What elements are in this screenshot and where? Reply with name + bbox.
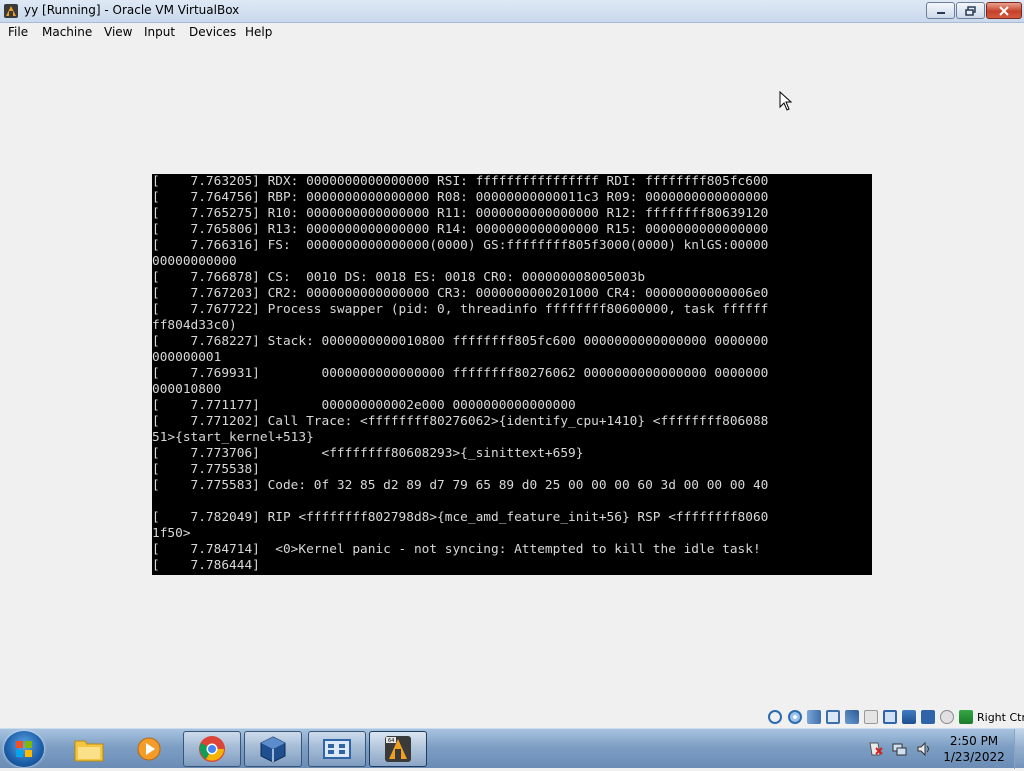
menu-view[interactable]: View xyxy=(104,25,132,39)
console-line: [ 7.767722] Process swapper (pid: 0, thr… xyxy=(152,302,769,317)
clock-time: 2:50 PM xyxy=(949,734,999,748)
network-icon[interactable] xyxy=(826,710,840,724)
vm-status-bar: Right Ctrl xyxy=(0,707,1024,728)
console-line: [ 7.771202] Call Trace: <ffffffff8027606… xyxy=(152,414,769,429)
kernel-panic-output: [ 7.763205] RDX: 0000000000000000 RSI: f… xyxy=(152,174,872,574)
windows-logo-icon xyxy=(16,741,32,757)
svg-text:64: 64 xyxy=(388,738,394,744)
taskbar-chrome[interactable] xyxy=(183,731,241,767)
menu-file[interactable]: File xyxy=(8,25,28,39)
virtualbox-app-icon[interactable] xyxy=(3,3,19,19)
menu-help[interactable]: Help xyxy=(245,25,272,39)
menu-devices[interactable]: Devices xyxy=(189,25,236,39)
menu-input[interactable]: Input xyxy=(144,25,175,39)
taskbar-clock[interactable]: 2:50 PM 1/23/2022 xyxy=(934,733,1014,765)
console-line: 000000001 xyxy=(152,350,222,365)
menu-machine[interactable]: Machine xyxy=(42,25,92,39)
console-line: [ 7.767203] CR2: 0000000000000000 CR3: 0… xyxy=(152,286,769,301)
media-player-icon xyxy=(137,737,161,761)
window-title: yy [Running] - Oracle VM VirtualBox xyxy=(24,3,240,17)
mouse-integration-icon[interactable] xyxy=(940,710,954,724)
console-line: 1f50> xyxy=(152,526,191,541)
chrome-icon xyxy=(199,736,225,762)
console-line: 000010800 xyxy=(152,382,222,397)
taskbar: 64 2:50 PM 1/23/2022 xyxy=(0,728,1024,769)
host-key-icon[interactable] xyxy=(959,710,973,724)
console-line: [ 7.782049] RIP <ffffffff802798d8>{mce_a… xyxy=(152,510,769,525)
console-line: [ 7.763205] RDX: 0000000000000000 RSI: f… xyxy=(152,174,769,189)
audio-icon[interactable] xyxy=(807,710,821,724)
file-explorer-icon xyxy=(74,740,104,762)
shared-folders-icon[interactable] xyxy=(864,710,878,724)
show-desktop-button[interactable] xyxy=(1014,729,1024,769)
console-line: [ 7.771177] 000000000002e000 00000000000… xyxy=(152,398,576,413)
minimize-icon xyxy=(936,11,945,14)
network-tray-icon[interactable] xyxy=(892,741,908,757)
volume-icon[interactable] xyxy=(916,741,932,757)
console-line: [ 7.773706] <ffffffff80608293>{_sinittex… xyxy=(152,446,584,461)
close-button[interactable] xyxy=(986,2,1022,19)
restore-button[interactable] xyxy=(956,2,985,19)
clock-date: 1/23/2022 xyxy=(943,750,1005,764)
host-key-label: Right Ctrl xyxy=(977,711,1024,724)
console-line: 51>{start_kernel+513} xyxy=(152,430,314,445)
menu-bar: File Machine View Input Devices Help xyxy=(0,23,1024,43)
vt-x-icon[interactable] xyxy=(921,710,935,724)
title-bar: yy [Running] - Oracle VM VirtualBox xyxy=(0,0,1024,23)
console-line: [ 7.775538] xyxy=(152,462,260,477)
close-icon xyxy=(999,5,1009,16)
display-icon[interactable] xyxy=(883,710,897,724)
optical-drive-icon[interactable] xyxy=(788,710,802,724)
virtualbox-icon xyxy=(260,736,286,763)
network-manager-icon xyxy=(323,739,351,759)
vm-window-icon: 64 xyxy=(385,736,411,762)
console-line: [ 7.775583] Code: 0f 32 85 d2 89 d7 79 6… xyxy=(152,478,769,493)
console-line: [ 7.765275] R10: 0000000000000000 R11: 0… xyxy=(152,206,769,221)
console-line: ff804d33c0) xyxy=(152,318,237,333)
console-line: [ 7.784714] <0>Kernel panic - not syncin… xyxy=(152,542,761,557)
taskbar-virtualbox[interactable] xyxy=(244,731,302,767)
console-line: [ 7.766316] FS: 0000000000000000(0000) G… xyxy=(152,238,769,253)
hard-disk-icon[interactable] xyxy=(768,710,782,724)
taskbar-vm-window[interactable]: 64 xyxy=(369,731,427,767)
taskbar-network-manager[interactable] xyxy=(308,731,366,767)
console-line: [ 7.786444] xyxy=(152,558,260,573)
console-line: [ 7.766878] CS: 0010 DS: 0018 ES: 0018 C… xyxy=(152,270,646,285)
restore-icon xyxy=(964,5,976,16)
minimize-button[interactable] xyxy=(926,2,955,19)
mouse-pointer-icon xyxy=(779,91,793,111)
console-line: 00000000000 xyxy=(152,254,237,269)
usb-icon[interactable] xyxy=(845,710,859,724)
console-line: [ 7.769931] 0000000000000000 ffffffff802… xyxy=(152,366,769,381)
video-capture-icon[interactable] xyxy=(902,710,916,724)
taskbar-media-player[interactable] xyxy=(120,731,178,767)
taskbar-file-explorer[interactable] xyxy=(60,731,118,767)
start-button[interactable] xyxy=(4,731,44,767)
guest-console-screen[interactable]: [ 7.763205] RDX: 0000000000000000 RSI: f… xyxy=(152,174,872,575)
console-line: [ 7.764756] RBP: 0000000000000000 R08: 0… xyxy=(152,190,769,205)
action-center-icon[interactable] xyxy=(868,741,884,757)
console-line: [ 7.768227] Stack: 0000000000010800 ffff… xyxy=(152,334,769,349)
console-line: [ 7.765806] R13: 0000000000000000 R14: 0… xyxy=(152,222,769,237)
